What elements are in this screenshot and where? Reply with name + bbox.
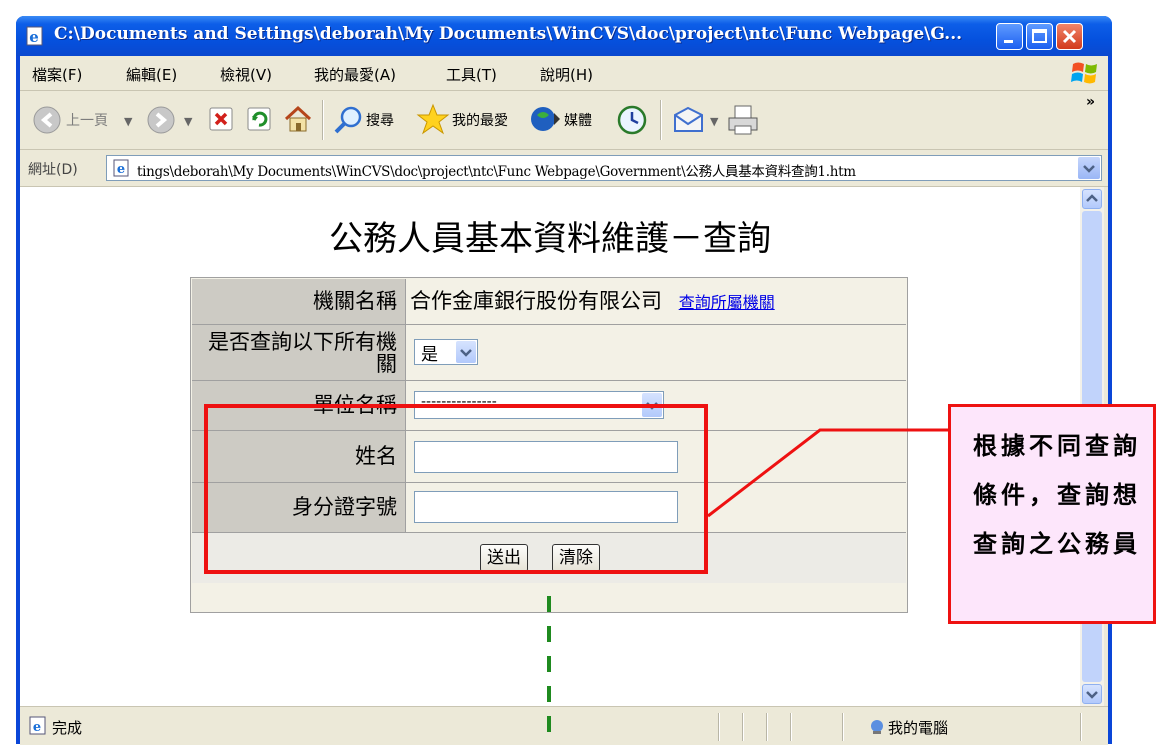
callout-text: 根據不同查詢條件，查詢想查詢之公務員 xyxy=(973,431,1141,558)
callout-connector xyxy=(707,428,948,518)
annotation-lines xyxy=(547,428,948,744)
annotation-callout: 根據不同查詢條件，查詢想查詢之公務員 xyxy=(948,404,1156,624)
